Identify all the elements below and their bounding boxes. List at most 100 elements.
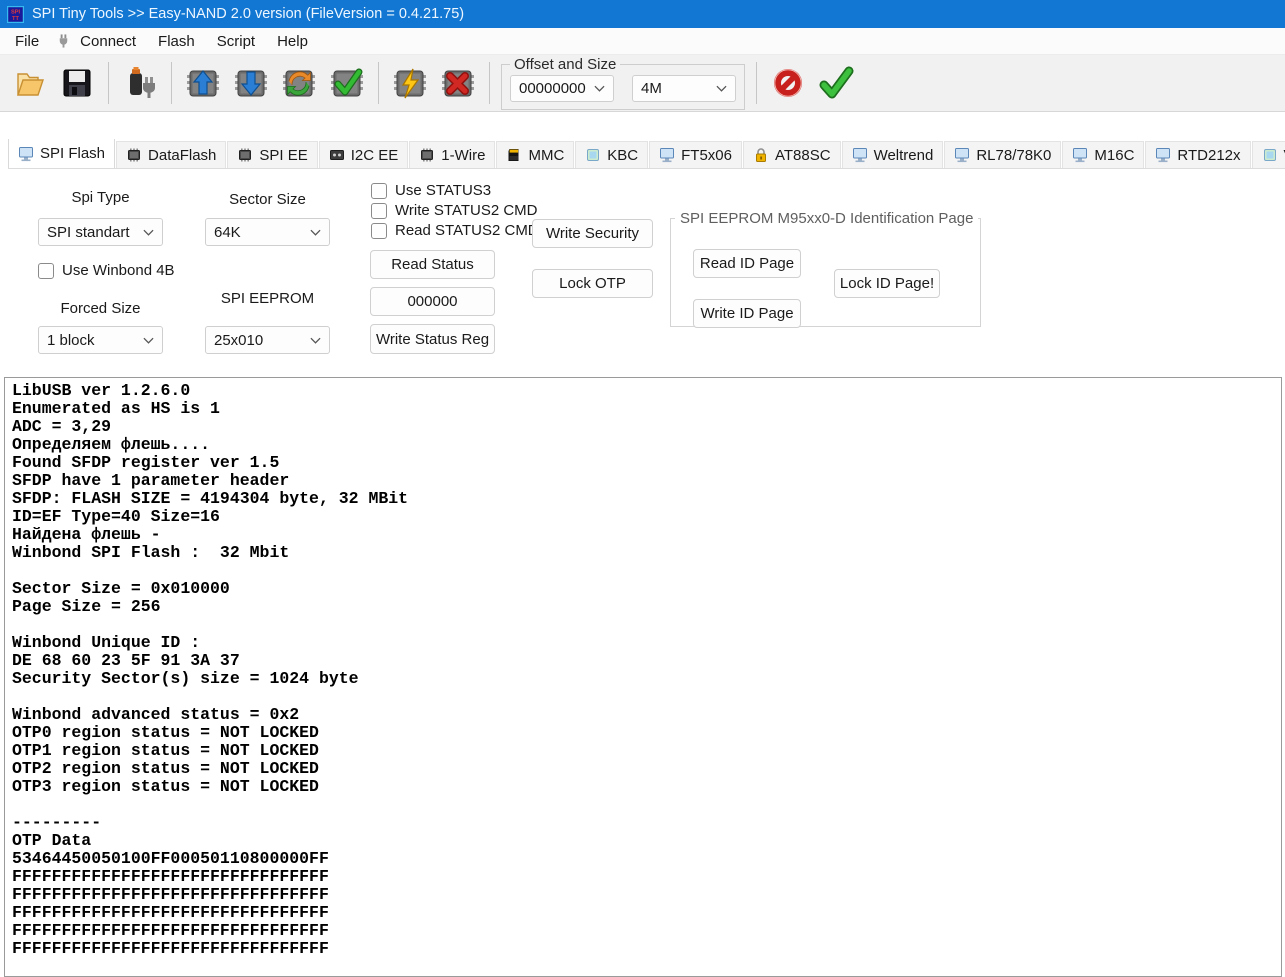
svg-text:TT: TT: [12, 16, 19, 22]
delete-chip-button[interactable]: [434, 59, 482, 107]
stop-button[interactable]: [764, 59, 812, 107]
chip-dark-icon: [421, 148, 434, 162]
monitor-icon: [955, 148, 970, 163]
tab-vctp[interactable]: VCTP: [1251, 141, 1285, 168]
erase-chip-button[interactable]: [275, 59, 323, 107]
ok-button[interactable]: [812, 59, 860, 107]
toolbar-separator: [108, 62, 109, 104]
menu-script[interactable]: Script: [206, 30, 266, 53]
chip-arrow-up-icon: [187, 70, 219, 97]
read-id-page-button[interactable]: Read ID Page: [693, 249, 801, 278]
write-status-reg-button[interactable]: Write Status Reg: [370, 324, 495, 354]
chevron-down-icon: [143, 229, 154, 236]
tab-spi-ee[interactable]: SPI EE: [227, 141, 318, 168]
checkbox-box[interactable]: [371, 202, 387, 219]
checkbox-box[interactable]: [371, 182, 387, 199]
write-status2-cmd-checkbox[interactable]: Write STATUS2 CMD: [371, 202, 538, 219]
tab-1-wire[interactable]: 1-Wire: [409, 141, 496, 168]
chevron-down-icon: [310, 337, 321, 344]
tab-label: MMC: [528, 146, 565, 164]
toolbar-separator: [756, 62, 757, 104]
window-title: SPI Tiny Tools >> Easy-NAND 2.0 version …: [32, 6, 465, 22]
tab-kbc[interactable]: KBC: [575, 141, 649, 168]
power-button[interactable]: [116, 59, 164, 107]
use-winbond-4b-checkbox[interactable]: Use Winbond 4B: [38, 262, 175, 279]
use-status3-checkbox[interactable]: Use STATUS3: [371, 182, 491, 199]
menu-bar: File Connect Flash Script Help: [0, 28, 1285, 55]
tab-ft5x06[interactable]: FT5x06: [649, 141, 742, 168]
offset-and-size-group: Offset and Size 00000000 4M: [501, 56, 745, 110]
chip-red-x-icon: [442, 70, 474, 97]
chip-green-icon: [1263, 149, 1276, 161]
verify-chip-button[interactable]: [323, 59, 371, 107]
log-output[interactable]: LibUSB ver 1.2.6.0 Enumerated as HS is 1…: [12, 382, 1281, 958]
spi-eeprom-combobox[interactable]: 25x010: [205, 326, 330, 354]
spi-type-label: Spi Type: [71, 189, 130, 206]
write-chip-button[interactable]: [227, 59, 275, 107]
chevron-down-icon: [310, 229, 321, 236]
sector-size-combobox[interactable]: 64K: [205, 218, 330, 246]
lock-otp-button[interactable]: Lock OTP: [532, 269, 653, 298]
tab-label: RTD212x: [1177, 146, 1241, 164]
floppy-save-icon: [63, 69, 91, 97]
checkbox-box[interactable]: [371, 222, 387, 239]
lock-id-page-button[interactable]: Lock ID Page!: [834, 269, 940, 298]
chip-arrow-down-icon: [235, 70, 267, 97]
spi-eeprom-value: 25x010: [214, 331, 264, 349]
tab-spi-flash[interactable]: SPI Flash: [8, 139, 116, 168]
title-bar: SPI TT SPI Tiny Tools >> Easy-NAND 2.0 v…: [0, 0, 1285, 28]
tab-dataflash[interactable]: DataFlash: [116, 141, 227, 168]
app-logo-icon: SPI TT: [7, 5, 24, 23]
tab-rtd212x[interactable]: RTD212x: [1145, 141, 1251, 168]
status-register-field[interactable]: 000000: [370, 287, 495, 316]
spi-flash-panel: Spi Type SPI standart Use Winbond 4B For…: [0, 169, 1285, 377]
forced-size-value: 1 block: [47, 331, 95, 349]
tab-m16c[interactable]: M16C: [1062, 141, 1145, 168]
menu-file[interactable]: File: [4, 30, 50, 53]
log-panel: LibUSB ver 1.2.6.0 Enumerated as HS is 1…: [4, 377, 1282, 977]
tab-label: M16C: [1094, 146, 1135, 164]
monitor-icon: [1156, 148, 1171, 163]
checkbox-box[interactable]: [38, 262, 54, 279]
toolbar: Offset and Size 00000000 4M: [0, 55, 1285, 112]
tab-label: RL78/78K0: [976, 146, 1052, 164]
toolbar-separator: [378, 62, 379, 104]
open-button[interactable]: [5, 59, 53, 107]
tab-label: 1-Wire: [441, 146, 486, 164]
checkbox-label: Use Winbond 4B: [62, 262, 175, 279]
tab-weltrend[interactable]: Weltrend: [841, 141, 944, 168]
toolbar-separator: [489, 62, 490, 104]
stop-prohibition-icon: [774, 69, 802, 97]
write-security-button[interactable]: Write Security: [532, 219, 653, 248]
size-combobox[interactable]: 4M: [632, 75, 736, 102]
checkbox-label: Use STATUS3: [395, 182, 492, 199]
tab-label: AT88SC: [775, 146, 831, 164]
forced-size-label: Forced Size: [60, 300, 141, 317]
read-status2-cmd-checkbox[interactable]: Read STATUS2 CMD: [371, 222, 539, 239]
tab-i2c-ee[interactable]: I2C EE: [318, 141, 409, 168]
checkbox-label: Write STATUS2 CMD: [395, 202, 538, 219]
id-page-group: SPI EEPROM M95xx0-D Identification Page …: [670, 210, 981, 328]
tab-label: SPI EE: [259, 146, 308, 164]
offset-combobox[interactable]: 00000000: [510, 75, 614, 102]
spi-type-combobox[interactable]: SPI standart: [38, 218, 163, 246]
menu-flash[interactable]: Flash: [147, 30, 206, 53]
green-check-icon: [819, 66, 854, 99]
menu-connect[interactable]: Connect: [69, 30, 147, 53]
chip-dark-icon: [329, 150, 344, 160]
offset-value: 00000000: [519, 80, 586, 97]
tab-mmc[interactable]: MMC: [496, 141, 575, 168]
read-status-button[interactable]: Read Status: [370, 250, 495, 279]
menu-help[interactable]: Help: [266, 30, 319, 53]
save-button[interactable]: [53, 59, 101, 107]
svg-text:SPI: SPI: [11, 9, 21, 15]
forced-size-combobox[interactable]: 1 block: [38, 326, 163, 354]
chip-green-icon: [587, 149, 600, 161]
folder-open-icon: [17, 73, 44, 96]
write-id-page-button[interactable]: Write ID Page: [693, 299, 801, 328]
tab-at88sc[interactable]: AT88SC: [743, 141, 841, 168]
spi-eeprom-label: SPI EEPROM: [220, 290, 315, 307]
read-chip-button[interactable]: [179, 59, 227, 107]
tab-rl78-78k0[interactable]: RL78/78K0: [944, 141, 1062, 168]
power-chip-button[interactable]: [386, 59, 434, 107]
